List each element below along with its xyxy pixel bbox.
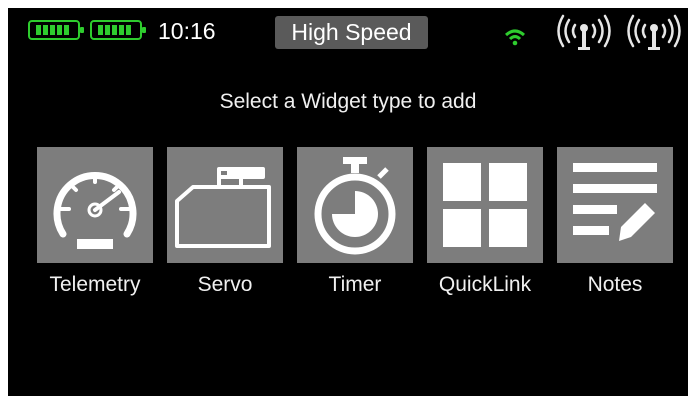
widget-label-servo: Servo [197, 273, 253, 296]
widget-label-notes: Notes [587, 273, 643, 296]
battery-icon [90, 20, 146, 40]
widget-tile-quicklink[interactable] [427, 147, 543, 263]
antenna-signal-icon [557, 14, 611, 50]
notes-icon [573, 163, 657, 241]
prompt-text: Select a Widget type to add [219, 90, 477, 113]
widget-picker-screen: 10:16 High Speed Select a Widget type to… [8, 8, 688, 396]
wifi-icon [505, 29, 525, 46]
mode-badge: High Speed [275, 16, 428, 49]
antenna-signal-icon [627, 14, 681, 50]
widget-label-quicklink: QuickLink [438, 273, 532, 296]
stopwatch-icon [314, 157, 396, 255]
widget-tile-timer[interactable] [297, 147, 413, 263]
widget-tile-telemetry[interactable] [37, 147, 153, 263]
status-bar: 10:16 High Speed [8, 8, 688, 56]
widget-label-telemetry: Telemetry [49, 273, 141, 296]
speedometer-icon [53, 172, 137, 249]
widget-tile-notes[interactable] [557, 147, 673, 263]
widget-label-timer: Timer [328, 273, 382, 296]
grid-icon [443, 163, 527, 247]
battery-icon [28, 20, 84, 40]
servo-icon [175, 167, 271, 248]
widget-tile-servo[interactable] [167, 147, 283, 263]
clock-time: 10:16 [158, 18, 216, 44]
